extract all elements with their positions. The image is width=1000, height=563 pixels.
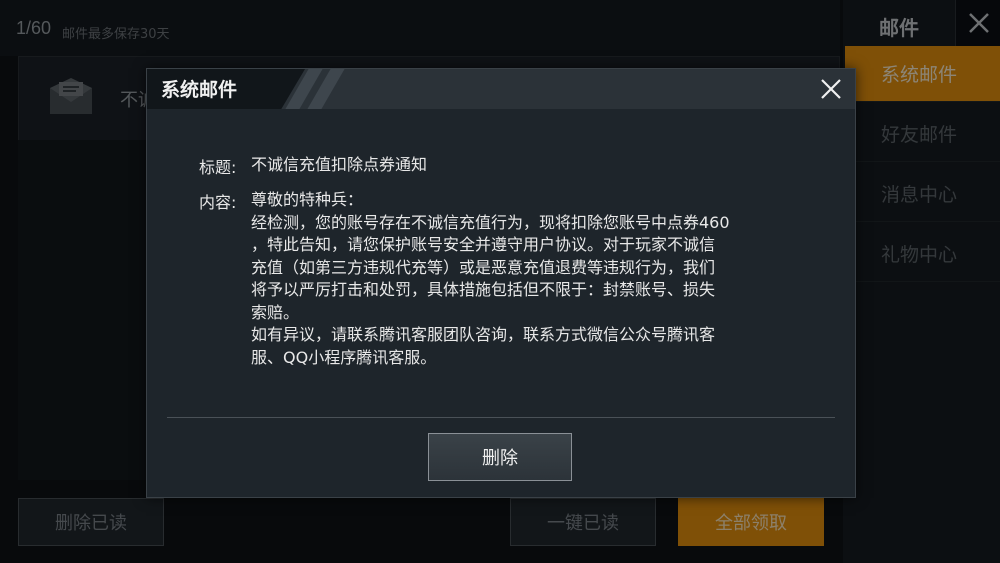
mail-body-line: ，特此告知，请您保护账号安全并遵守用户协议。对于玩家不诚信 <box>251 235 716 254</box>
dialog-divider <box>167 417 835 418</box>
content-label: 内容: <box>199 193 237 212</box>
mail-body-line: 索赔。 <box>251 302 300 322</box>
close-icon <box>821 79 841 99</box>
subject-label: 标题: <box>199 158 237 177</box>
delete-mail-button[interactable]: 删除 <box>428 433 572 481</box>
mail-body-line: 尊敬的特种兵： <box>251 190 364 209</box>
mail-body: 尊敬的特种兵： 经检测，您的账号存在不诚信充值行为，现将扣除您账号中点券460 … <box>251 189 811 369</box>
dialog-close-button[interactable] <box>813 71 849 107</box>
mail-body-line: 将予以严厉打击和处罚，具体措施包括但不限于：封禁账号、损失 <box>251 280 716 299</box>
mail-body-line: 如有异议，请联系腾讯客服团队咨询，联系方式微信公众号腾讯客 <box>251 325 716 344</box>
dialog-title: 系统邮件 <box>161 79 238 101</box>
system-mail-dialog: 系统邮件 标题: 不诚信充值扣除点券通知 内容: 尊敬的特种兵： 经检测，您的账… <box>146 68 856 498</box>
mail-body-line: 充值（如第三方违规代充等）或是恶意充值退费等违规行为，我们 <box>251 257 716 277</box>
mail-subject: 不诚信充值扣除点券通知 <box>251 155 428 174</box>
mail-body-line: 经检测，您的账号存在不诚信充值行为，现将扣除您账号中点券460 <box>251 212 730 232</box>
mail-body-line: 服、QQ小程序腾讯客服。 <box>251 347 437 367</box>
dialog-header: 系统邮件 <box>147 69 855 109</box>
